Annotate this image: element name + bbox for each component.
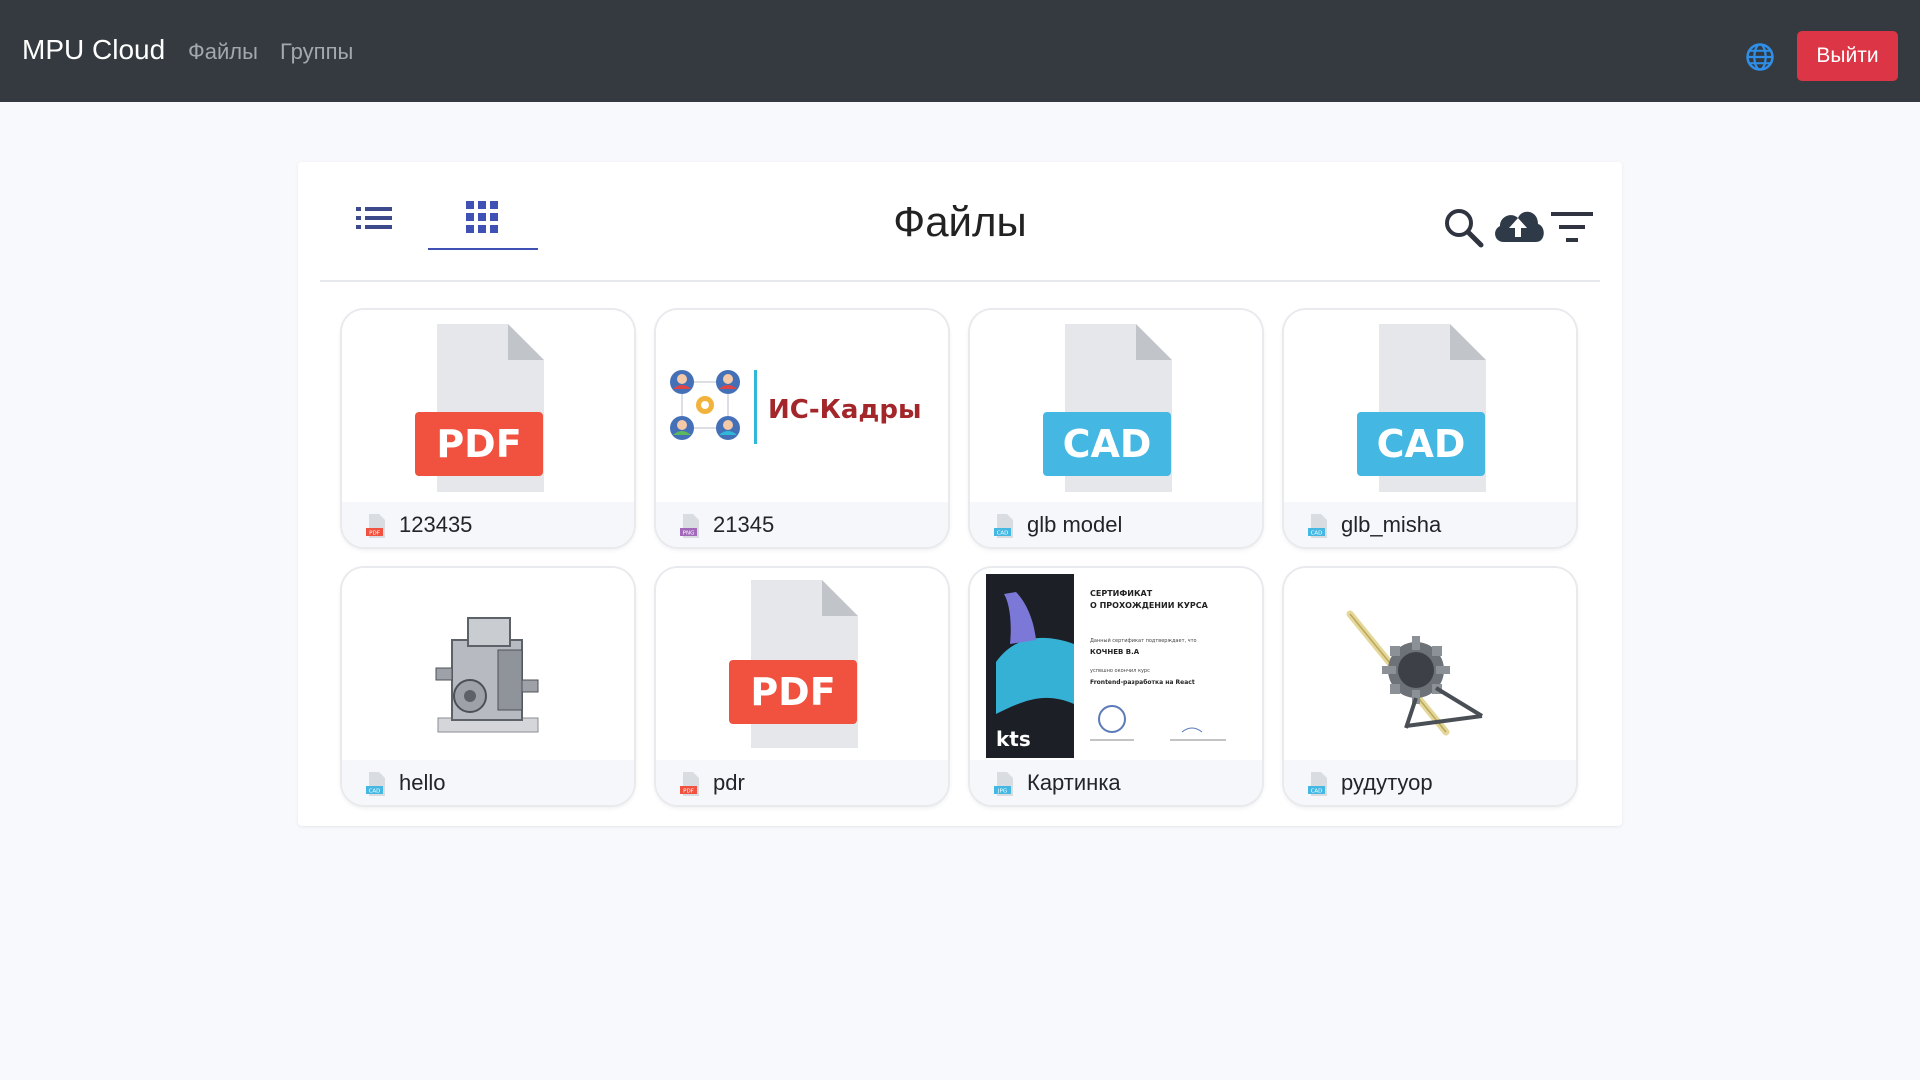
pdf-file-icon: PDF	[729, 580, 858, 748]
filter-icon[interactable]	[1550, 210, 1594, 244]
svg-text:PDF: PDF	[436, 422, 521, 466]
engine-model-preview	[1346, 610, 1484, 736]
svg-text:JPG: JPG	[997, 789, 1007, 795]
cad-file-icon: CAD	[1043, 324, 1172, 492]
globe-icon[interactable]	[1745, 42, 1775, 72]
svg-text:CAD: CAD	[1377, 422, 1466, 466]
page-title: Файлы	[893, 198, 1027, 245]
svg-text:CAD: CAD	[1311, 789, 1323, 795]
file-card[interactable]: PDF PDF pdr	[656, 568, 948, 805]
svg-text:Frontend-разработка на React: Frontend-разработка на React	[1090, 679, 1195, 686]
header-divider	[320, 280, 1600, 282]
file-footer: CAD рудутуор	[1284, 760, 1576, 805]
brand-logo[interactable]: MPU Cloud	[22, 34, 165, 66]
file-footer: JPG Картинка	[970, 760, 1262, 805]
nav-link-groups[interactable]: Группы	[280, 39, 353, 65]
file-name: pdr	[713, 770, 745, 795]
file-card[interactable]: CAD CAD glb model	[970, 310, 1262, 547]
file-name: Картинка	[1027, 770, 1121, 795]
file-name: hello	[399, 770, 446, 795]
svg-text:CAD: CAD	[1063, 422, 1152, 466]
png-type-icon: PNG	[680, 514, 699, 538]
files-panel: Файлы PDF PDF 123435 ИС-Кадры PNG 21345 …	[298, 162, 1622, 826]
svg-text:КОЧНЕВ В.А: КОЧНЕВ В.А	[1090, 648, 1140, 656]
file-card[interactable]: PDF PDF 123435	[342, 310, 634, 547]
is-kadry-logo-image: ИС-Кадры	[670, 370, 922, 444]
svg-text:CAD: CAD	[369, 789, 381, 795]
file-card[interactable]: CAD CAD glb_misha	[1284, 310, 1576, 547]
file-footer: PNG 21345	[656, 502, 948, 547]
svg-text:CAD: CAD	[997, 531, 1009, 537]
logout-button[interactable]: Выйти	[1797, 31, 1898, 81]
cad-type-icon: CAD	[994, 514, 1013, 538]
cad-file-icon: CAD	[1357, 324, 1486, 492]
file-card[interactable]: CAD hello	[342, 568, 634, 805]
jpg-type-icon: JPG	[994, 772, 1013, 796]
svg-text:ИС-Кадры: ИС-Кадры	[768, 395, 922, 425]
file-name: 21345	[713, 512, 775, 537]
file-thumbnail: PDF	[656, 568, 948, 760]
file-thumbnail	[1284, 568, 1576, 760]
cad-type-icon: CAD	[366, 772, 385, 796]
file-footer: PDF pdr	[656, 760, 948, 805]
svg-text:PDF: PDF	[683, 789, 694, 795]
file-footer: CAD glb_misha	[1284, 502, 1576, 547]
certificate-image: kts СЕРТИФИКАТ О ПРОХОЖДЕНИИ КУРСА Данны…	[986, 574, 1248, 758]
file-name: glb_misha	[1341, 512, 1442, 537]
file-footer: CAD glb model	[970, 502, 1262, 547]
pdf-file-icon: PDF	[415, 324, 544, 492]
file-name: glb model	[1027, 512, 1123, 537]
svg-text:PDF: PDF	[750, 670, 835, 714]
svg-text:О ПРОХОЖДЕНИИ КУРСА: О ПРОХОЖДЕНИИ КУРСА	[1090, 601, 1209, 610]
svg-text:PDF: PDF	[369, 531, 380, 537]
svg-text:kts: kts	[996, 727, 1031, 751]
nav-link-files[interactable]: Файлы	[188, 39, 258, 65]
file-thumbnail: CAD	[1284, 310, 1576, 502]
pdf-type-icon: PDF	[366, 514, 385, 538]
file-footer: CAD hello	[342, 760, 634, 805]
svg-text:успешно окончил курс: успешно окончил курс	[1090, 668, 1150, 674]
file-card[interactable]: CAD рудутуор	[1284, 568, 1576, 805]
cad-type-icon: CAD	[1308, 514, 1327, 538]
file-card[interactable]: kts СЕРТИФИКАТ О ПРОХОЖДЕНИИ КУРСА Данны…	[970, 568, 1262, 805]
top-navbar: MPU Cloud Файлы Группы Выйти	[0, 0, 1920, 102]
file-footer: PDF 123435	[342, 502, 634, 547]
cad-type-icon: CAD	[1308, 772, 1327, 796]
file-thumbnail	[342, 568, 634, 760]
svg-text:Данный сертификат подтверждает: Данный сертификат подтверждает, что	[1090, 637, 1197, 644]
file-name: рудутуор	[1341, 770, 1433, 795]
svg-text:СЕРТИФИКАТ: СЕРТИФИКАТ	[1090, 589, 1153, 598]
file-name: 123435	[399, 512, 473, 537]
cloud-upload-icon[interactable]	[1490, 204, 1546, 246]
search-icon[interactable]	[1442, 206, 1484, 248]
file-thumbnail: kts СЕРТИФИКАТ О ПРОХОЖДЕНИИ КУРСА Данны…	[970, 568, 1262, 760]
gearbox-model-preview	[435, 617, 539, 733]
file-thumbnail: CAD	[970, 310, 1262, 502]
file-thumbnail: PDF	[342, 310, 634, 502]
pdf-type-icon: PDF	[680, 772, 699, 796]
file-card[interactable]: ИС-Кадры PNG 21345	[656, 310, 948, 547]
svg-text:PNG: PNG	[683, 531, 695, 537]
file-thumbnail: ИС-Кадры	[656, 310, 948, 502]
svg-text:CAD: CAD	[1311, 531, 1323, 537]
